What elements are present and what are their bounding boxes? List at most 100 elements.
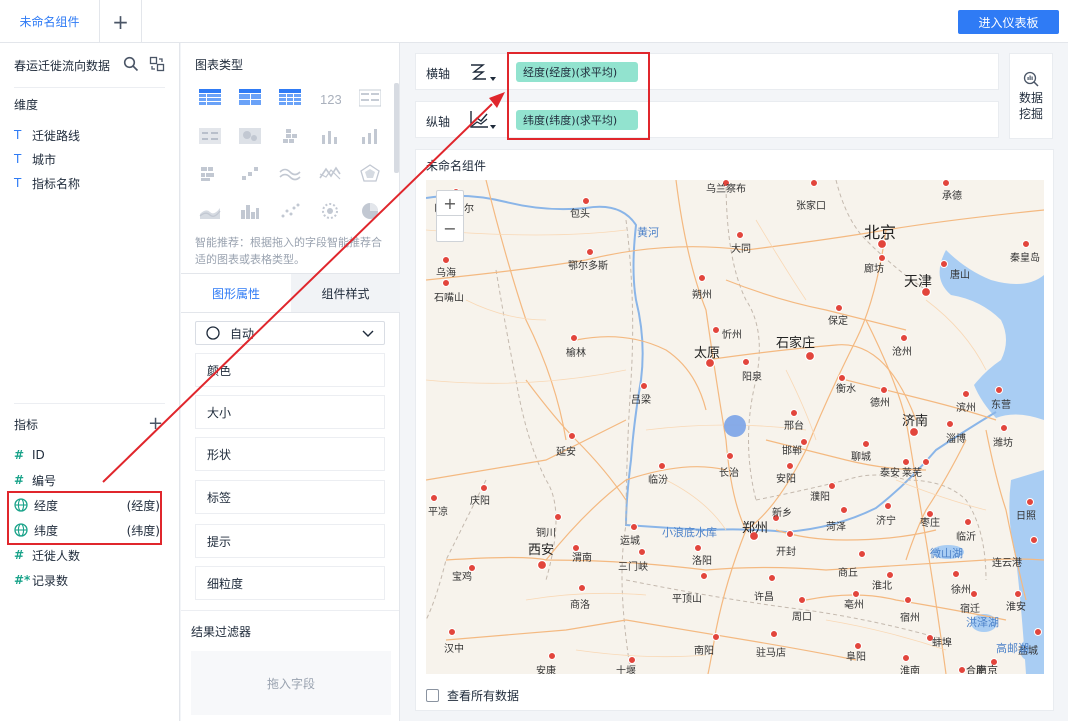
city-marker-taiyuan[interactable]: 太原 <box>694 345 720 369</box>
city-marker[interactable]: 十堰 <box>616 656 636 675</box>
detail-table-icon[interactable] <box>358 88 382 108</box>
switch-dataset-icon[interactable] <box>149 56 165 72</box>
mark-type-select[interactable]: 自动 <box>195 321 385 345</box>
axis-chart-type-icon[interactable] <box>468 61 496 83</box>
column-chart-icon[interactable] <box>358 126 382 146</box>
bar-grouped-icon[interactable] <box>318 126 342 146</box>
city-marker[interactable]: 安康 <box>536 652 556 675</box>
city-marker[interactable]: 商洛 <box>570 584 590 612</box>
dimension-field-metric-name[interactable]: T 指标名称 <box>14 173 164 193</box>
zoom-in-button[interactable]: + <box>437 191 463 216</box>
tab-component-style[interactable]: 组件样式 <box>291 274 400 312</box>
city-marker[interactable]: 阜阳 <box>846 642 866 664</box>
map[interactable]: 乌兰察布 张家口 承德 秦皇岛 包头 巴彦淖尔 乌海 石嘴山 鄂尔多斯 大同 朔… <box>426 180 1044 674</box>
tab-graphic-properties[interactable]: 图形属性 <box>181 274 291 312</box>
city-marker[interactable]: 合肥 <box>958 664 987 674</box>
city-marker[interactable]: 庆阳 <box>470 484 490 508</box>
heatmap-area-icon[interactable] <box>238 126 262 146</box>
city-marker[interactable]: 枣庄 <box>920 510 940 530</box>
view-all-data-checkbox[interactable]: 查看所有数据 <box>426 687 519 704</box>
city-marker[interactable]: 沧州 <box>892 334 912 359</box>
tab-unnamed-widget[interactable]: 未命名组件 <box>0 0 100 43</box>
city-marker[interactable]: 包头 <box>570 197 590 221</box>
city-marker[interactable]: 渭南 <box>572 544 592 565</box>
data-point-marker[interactable] <box>724 415 746 437</box>
data-mining-button[interactable]: 数据 挖掘 <box>1009 53 1053 139</box>
scrollbar[interactable] <box>394 83 399 173</box>
search-icon[interactable] <box>123 56 139 72</box>
histogram-icon[interactable] <box>238 201 262 221</box>
city-marker[interactable]: 宝鸡 <box>452 564 476 584</box>
radar-chart-icon[interactable] <box>358 163 382 183</box>
city-marker[interactable]: 许昌 <box>754 574 776 604</box>
property-color[interactable]: 颜色 <box>195 353 385 387</box>
city-marker[interactable]: 张家口 <box>796 180 826 212</box>
city-marker[interactable]: 石嘴山 <box>434 279 464 305</box>
city-marker[interactable]: 德州 <box>870 386 890 410</box>
city-marker[interactable]: 淮南 <box>900 654 920 675</box>
city-marker[interactable]: 商丘 <box>838 550 866 580</box>
pie-chart-icon[interactable] <box>358 201 382 221</box>
cross-table-icon[interactable] <box>278 88 302 108</box>
city-marker[interactable]: 滨州 <box>956 390 976 415</box>
text-chart-icon[interactable] <box>198 126 222 146</box>
city-marker[interactable]: 大同 <box>731 231 751 256</box>
city-marker[interactable]: 延安 <box>556 432 576 459</box>
city-marker-jinan[interactable]: 济南 <box>902 413 928 438</box>
city-marker[interactable]: 菏泽 <box>826 506 848 534</box>
city-marker[interactable]: 聊城 <box>851 440 871 464</box>
line-chart-icon[interactable] <box>278 163 302 183</box>
property-granularity[interactable]: 细粒度 <box>195 566 385 600</box>
property-shape[interactable]: 形状 <box>195 437 385 471</box>
add-measure-button[interactable]: + <box>148 413 163 434</box>
city-marker-beijing[interactable]: 北京 <box>864 224 896 250</box>
city-marker[interactable]: 南阳 <box>694 633 720 658</box>
city-marker[interactable]: 鄂尔多斯 <box>568 248 608 273</box>
city-marker[interactable]: 承德 <box>942 180 962 202</box>
zoom-out-button[interactable]: − <box>437 216 463 241</box>
city-marker[interactable]: 乌兰察布 <box>706 180 746 195</box>
city-marker[interactable]: 徐州 <box>951 570 971 597</box>
step-chart-icon[interactable] <box>238 163 262 183</box>
city-marker[interactable]: 秦皇岛 <box>1010 240 1040 265</box>
city-marker[interactable]: 吕梁 <box>631 382 651 407</box>
city-marker[interactable]: 保定 <box>828 304 848 328</box>
city-marker[interactable]: 开封 <box>776 530 796 559</box>
enter-dashboard-button[interactable]: 进入仪表板 <box>958 10 1059 34</box>
city-marker[interactable]: 安阳 <box>776 462 796 486</box>
city-marker[interactable]: 蚌埠 <box>926 634 953 650</box>
city-marker[interactable]: 忻州 <box>712 326 743 342</box>
axis-chart-type-icon[interactable] <box>468 109 496 131</box>
polyline-chart-icon[interactable] <box>318 163 342 183</box>
city-marker[interactable]: 淮北 <box>872 571 894 593</box>
city-marker-zhengzhou[interactable]: 郑州 <box>742 520 768 542</box>
measure-field-number[interactable]: # 编号 <box>14 470 164 490</box>
measure-field-record-count[interactable]: #* 记录数 <box>14 570 164 590</box>
city-marker[interactable]: 洛阳 <box>692 544 712 568</box>
grouped-table-icon[interactable] <box>238 88 262 108</box>
city-marker[interactable]: 邢台 <box>784 409 804 433</box>
scatter-chart-icon[interactable] <box>278 201 302 221</box>
city-marker[interactable]: 平顶山 <box>672 572 708 606</box>
city-marker-tianjin[interactable]: 天津 <box>904 273 932 298</box>
city-marker[interactable]: 临汾 <box>648 462 668 487</box>
city-marker[interactable]: 廊坊 <box>864 254 886 276</box>
property-size[interactable]: 大小 <box>195 395 385 429</box>
add-tab-button[interactable]: + <box>100 0 142 43</box>
area-chart-icon[interactable] <box>198 201 222 221</box>
bubble-chart-icon[interactable] <box>318 201 342 221</box>
city-marker[interactable]: 平凉 <box>428 494 448 519</box>
measure-field-id[interactable]: # ID <box>14 445 164 465</box>
filter-drop-zone[interactable]: 拖入字段 <box>191 651 391 715</box>
dimension-field-route[interactable]: T 迁徙路线 <box>14 125 164 145</box>
city-marker[interactable]: 阳泉 <box>742 358 762 384</box>
property-tooltip[interactable]: 提示 <box>195 524 385 558</box>
city-marker[interactable]: 铜川 <box>536 513 562 540</box>
city-marker[interactable]: 乌海 <box>436 256 456 280</box>
city-marker[interactable]: 潍坊 <box>993 424 1013 450</box>
dimension-field-city[interactable]: T 城市 <box>14 149 164 169</box>
table-chart-icon[interactable] <box>198 88 222 108</box>
property-label[interactable]: 标签 <box>195 480 385 514</box>
measure-field-migrants[interactable]: # 迁徙人数 <box>14 545 164 565</box>
city-marker[interactable]: 临沂 <box>956 518 976 544</box>
